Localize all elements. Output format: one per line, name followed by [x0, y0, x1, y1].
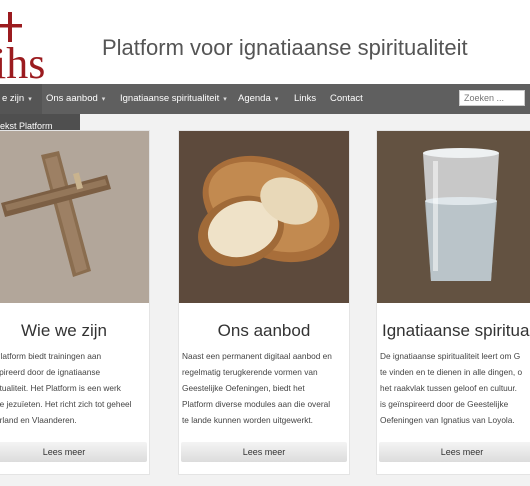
card-wie-we-zijn: Wie we zijn Platform biedt trainingen aa…	[0, 130, 150, 475]
text-line: Geestelijke Oefeningen, biedt het	[182, 383, 305, 393]
text-line: Naast een permanent digitaal aanbod en	[182, 351, 332, 361]
nav-item-wie-we-zijn[interactable]: e zijn ▾	[0, 84, 42, 114]
chevron-down-icon: ▾	[28, 96, 32, 103]
chevron-down-icon: ▾	[274, 96, 279, 103]
text-line: Platform diverse modules aan die overal	[182, 399, 331, 409]
card-text: Naast een permanent digitaal aanbod en r…	[182, 348, 352, 428]
nav-item-label: Ignatiaanse spiritualiteit	[120, 93, 220, 104]
nav-item-ignatiaanse-spiritualiteit[interactable]: Ignatiaanse spiritualiteit ▾	[120, 84, 227, 114]
text-line: is geïnspireerd door de Geestelijke	[380, 399, 509, 409]
nav-item-ons-aanbod[interactable]: Ons aanbod ▾	[46, 84, 105, 114]
card-title: Wie we zijn	[21, 321, 107, 340]
chevron-down-icon: ▾	[101, 96, 106, 103]
site-title[interactable]: Platform voor ignatiaanse spiritualiteit	[102, 35, 468, 61]
card-title: Ignatiaanse spiritualite	[382, 321, 530, 340]
text-line: Oefeningen van Ignatius van Loyola.	[380, 415, 515, 425]
text-line: ritualiteit. Het Platform is een werk	[0, 383, 121, 393]
card-title: Ons aanbod	[217, 321, 311, 340]
nav-item-label: e zijn	[2, 93, 25, 104]
text-line: het raakvlak tussen geloof en cultuur.	[380, 383, 517, 393]
site-header: ihs Platform voor ignatiaanse spirituali…	[0, 0, 530, 84]
card-ons-aanbod: Ons aanbod Naast een permanent digitaal …	[178, 130, 350, 475]
nav-item-label: Ons aanbod	[46, 93, 98, 104]
text-line: spireerd door de ignatiaanse	[0, 367, 101, 377]
main-navbar: e zijn ▾ Ons aanbod ▾ Ignatiaanse spiritua…	[0, 84, 530, 114]
nav-item-contact[interactable]: Contact	[330, 84, 363, 114]
search-input[interactable]	[459, 90, 525, 106]
cross-image[interactable]	[0, 131, 149, 303]
ihs-logo[interactable]: ihs	[0, 12, 80, 82]
text-line: erland en Vlaanderen.	[0, 415, 77, 425]
water-glass-image[interactable]	[377, 131, 530, 303]
text-line: regelmatig terugkerende vormen van	[182, 367, 318, 377]
lees-meer-button[interactable]: Lees meer	[379, 442, 530, 462]
nav-item-agenda[interactable]: Agenda ▾	[238, 84, 278, 114]
card-text: De ignatiaanse spiritualiteit leert om G…	[380, 348, 530, 428]
nav-item-label: Links	[294, 93, 317, 104]
nav-item-label: Agenda	[238, 93, 271, 104]
chevron-down-icon: ▾	[223, 96, 227, 103]
card-text: Platform biedt trainingen aan spireerd d…	[0, 348, 165, 428]
text-line: te vinden en te dienen in alle dingen, o	[380, 367, 523, 377]
logo-text: ihs	[0, 39, 45, 82]
text-line: De ignatiaanse spiritualiteit leert om G	[380, 351, 521, 361]
bread-image[interactable]	[179, 131, 349, 303]
nav-item-links[interactable]: Links	[294, 84, 316, 114]
card-ignatiaanse-spiritualiteit: Ignatiaanse spiritualite De ignatiaanse …	[376, 130, 530, 475]
lees-meer-button[interactable]: Lees meer	[0, 442, 147, 462]
nav-item-label: Contact	[330, 93, 363, 104]
text-line: Platform biedt trainingen aan	[0, 351, 102, 361]
lees-meer-button[interactable]: Lees meer	[181, 442, 347, 462]
text-line: de jezuïeten. Het richt zich tot geheel	[0, 399, 132, 409]
text-line: te lande kunnen worden uitgewerkt.	[182, 415, 313, 425]
